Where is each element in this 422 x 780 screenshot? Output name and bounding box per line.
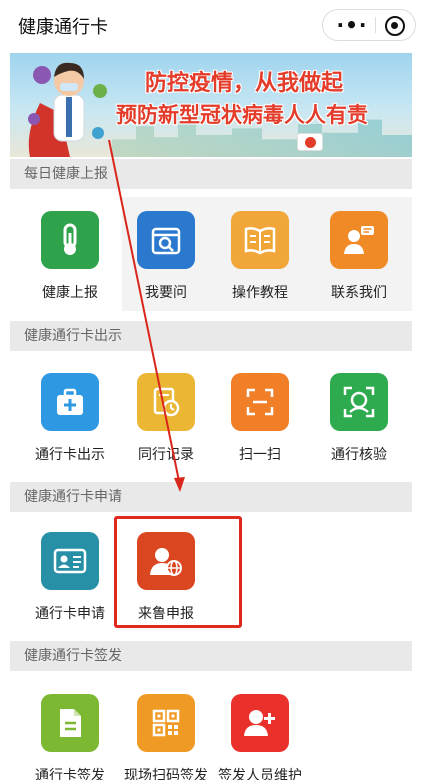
highlight-box — [114, 516, 242, 628]
more-icon[interactable]: ·•· — [331, 10, 373, 40]
tile-label: 通行卡出示 — [35, 447, 105, 463]
banner-slogan-line-2: 预防新型冠状病毒人人有责 — [116, 103, 368, 127]
close-target-icon[interactable] — [385, 16, 405, 36]
tile-onsite-scan-issue[interactable]: 现场扫码签发 — [118, 694, 214, 780]
tile-label: 通行卡签发 — [35, 768, 105, 780]
tile-ask-question[interactable]: 我要问 — [118, 211, 214, 321]
record-icon — [137, 373, 195, 431]
medkit-icon — [297, 133, 323, 151]
tile-issue-card[interactable]: 通行卡签发 — [22, 694, 118, 780]
tile-label: 通行核验 — [331, 447, 387, 463]
tile-label: 操作教程 — [232, 285, 288, 301]
tile-label: 我要问 — [145, 285, 187, 301]
tile-label: 扫一扫 — [239, 447, 281, 463]
tile-tutorial[interactable]: 操作教程 — [212, 211, 308, 321]
section-header-issue-card: 健康通行卡签发 — [10, 641, 412, 671]
calendar-search-icon — [137, 211, 195, 269]
section-header-daily-report: 每日健康上报 — [10, 159, 412, 189]
tile-companion-record[interactable]: 同行记录 — [118, 373, 214, 483]
tile-pass-verify[interactable]: 通行核验 — [311, 373, 407, 483]
section-header-apply-card: 健康通行卡申请 — [10, 482, 412, 512]
capsule-divider — [375, 17, 376, 33]
tile-label: 健康上报 — [42, 285, 98, 301]
face-verify-icon — [330, 373, 388, 431]
tile-contact-us[interactable]: 联系我们 — [311, 211, 407, 321]
document-icon — [41, 694, 99, 752]
contact-icon — [330, 211, 388, 269]
page-title: 健康通行卡 — [18, 17, 108, 38]
tile-show-card[interactable]: 通行卡出示 — [22, 373, 118, 483]
tile-label: 现场扫码签发 — [124, 768, 208, 780]
thermometer-icon — [41, 211, 99, 269]
epidemic-banner[interactable]: 防控疫情，从我做起 预防新型冠状病毒人人有责 — [10, 53, 412, 157]
tile-label: 联系我们 — [331, 285, 387, 301]
tile-health-report[interactable]: 健康上报 — [22, 211, 118, 321]
navigation-bar: 健康通行卡 ·•· — [0, 0, 422, 50]
tile-label: 签发人员维护 — [218, 768, 302, 780]
tile-issuer-maintenance[interactable]: 签发人员维护 — [212, 694, 308, 780]
book-icon — [231, 211, 289, 269]
mini-program-capsule: ·•· — [322, 9, 416, 41]
medical-kit-icon — [41, 373, 99, 431]
id-card-icon — [41, 532, 99, 590]
qrcode-icon — [137, 694, 195, 752]
tile-apply-card[interactable]: 通行卡申请 — [22, 532, 118, 642]
scan-icon — [231, 373, 289, 431]
doctor-hero-illustration — [28, 62, 107, 157]
tile-label: 通行卡申请 — [35, 606, 105, 622]
section-header-show-card: 健康通行卡出示 — [10, 321, 412, 351]
tile-label: 同行记录 — [138, 447, 194, 463]
banner-slogan-line-1: 防控疫情，从我做起 — [145, 71, 344, 96]
tile-scan[interactable]: 扫一扫 — [212, 373, 308, 483]
add-user-icon — [231, 694, 289, 752]
